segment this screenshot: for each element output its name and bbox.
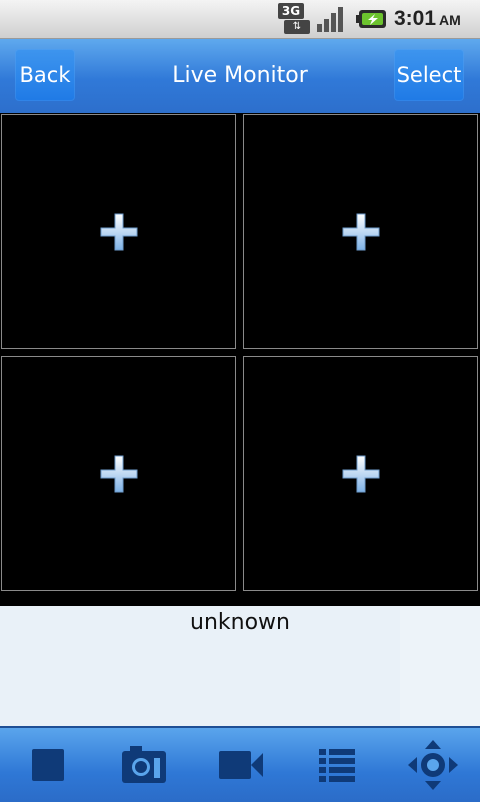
device-status-text: unknown <box>190 610 290 635</box>
signal-icon <box>316 5 348 33</box>
add-camera-icon <box>342 213 380 251</box>
ptz-control-button[interactable] <box>405 738 461 792</box>
video-record-icon <box>219 751 263 779</box>
add-camera-icon <box>100 455 138 493</box>
network-3g-icon: 3G ⇅ <box>278 3 310 35</box>
stop-icon <box>32 749 64 781</box>
clock: 3:01 AM <box>394 5 461 33</box>
monitor-cell-1[interactable] <box>1 114 236 349</box>
back-button[interactable]: Back <box>15 49 75 101</box>
clock-time: 3:01 <box>394 7 437 30</box>
battery-charging-icon <box>356 8 388 30</box>
snapshot-button[interactable] <box>116 738 172 792</box>
info-panel: unknown <box>0 606 480 726</box>
add-camera-icon <box>342 455 380 493</box>
monitor-cell-2[interactable] <box>243 114 478 349</box>
page-title: Live Monitor <box>172 63 308 88</box>
monitor-grid <box>0 113 480 595</box>
network-arrows: ⇅ <box>284 20 310 34</box>
list-icon <box>319 749 355 782</box>
bottom-toolbar <box>0 726 480 802</box>
stop-button[interactable] <box>20 738 76 792</box>
device-list-button[interactable] <box>309 738 365 792</box>
network-label: 3G <box>278 3 304 19</box>
monitor-cell-3[interactable] <box>1 356 236 591</box>
title-bar: Back Live Monitor Select <box>0 39 480 115</box>
status-bar: 3G ⇅ 3:01 AM <box>0 0 480 39</box>
select-button[interactable]: Select <box>394 49 464 101</box>
camera-snapshot-icon <box>122 746 166 783</box>
add-camera-icon <box>100 213 138 251</box>
record-button[interactable] <box>213 738 269 792</box>
monitor-cell-4[interactable] <box>243 356 478 591</box>
ptz-control-icon <box>408 740 458 790</box>
clock-ampm: AM <box>439 12 461 28</box>
